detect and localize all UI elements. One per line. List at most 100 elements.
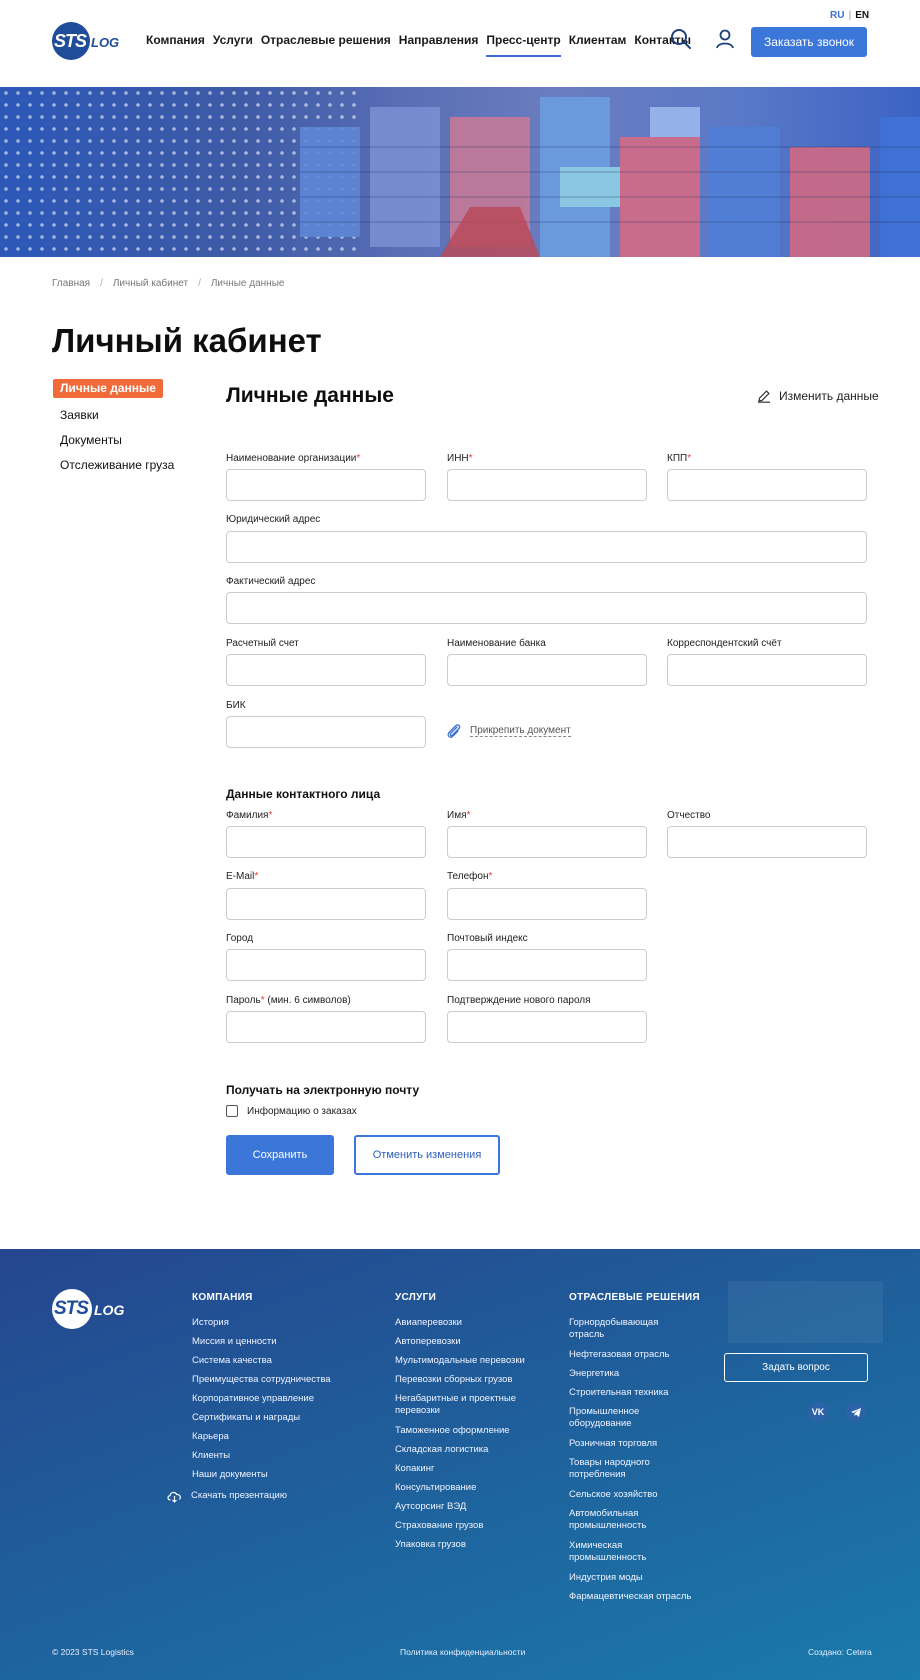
footer-link[interactable]: Карьера <box>192 1431 229 1443</box>
lang-en[interactable]: EN <box>855 10 869 21</box>
name-input[interactable] <box>447 826 647 858</box>
footer-link[interactable]: Преимущества сотрудничества <box>192 1374 331 1386</box>
footer-link[interactable]: Строительная техника <box>569 1387 668 1399</box>
password-input[interactable] <box>226 1011 426 1043</box>
sidebar-item-documents[interactable]: Документы <box>60 433 122 447</box>
email-input[interactable] <box>226 888 426 920</box>
kpp-input[interactable] <box>667 469 867 501</box>
cancel-changes-button[interactable]: Отменить изменения <box>354 1135 500 1175</box>
footer-link[interactable]: Автомобильная промышленность <box>569 1508 659 1532</box>
nav-item-industry[interactable]: Отраслевые решения <box>261 33 391 57</box>
footer-company-title: КОМПАНИЯ <box>192 1292 253 1303</box>
footer-link[interactable]: Упаковка грузов <box>395 1539 466 1551</box>
inn-input[interactable] <box>447 469 647 501</box>
footer-link[interactable]: Копакинг <box>395 1463 434 1475</box>
edit-data-link[interactable]: Изменить данные <box>757 389 879 403</box>
footer-link[interactable]: Промышленное оборудование <box>569 1406 659 1430</box>
lang-separator: | <box>848 10 852 21</box>
lang-ru[interactable]: RU <box>830 10 844 21</box>
telegram-icon[interactable] <box>846 1402 866 1422</box>
created-by-link[interactable]: Создано: Cetera <box>808 1647 872 1657</box>
corr-account-input[interactable] <box>667 654 867 686</box>
footer-logo[interactable]: STS LOG <box>52 1289 132 1329</box>
breadcrumb-cabinet[interactable]: Личный кабинет <box>113 278 188 289</box>
legal-address-input[interactable] <box>226 531 867 563</box>
orders-info-checkbox[interactable] <box>226 1105 238 1117</box>
footer-link[interactable]: Индустрия моды <box>569 1572 643 1584</box>
patronymic-input[interactable] <box>667 826 867 858</box>
footer-link[interactable]: Авиаперевозки <box>395 1317 462 1329</box>
kpp-label: КПП* <box>667 453 692 464</box>
phone-label: Телефон* <box>447 871 493 882</box>
surname-input[interactable] <box>226 826 426 858</box>
footer-link[interactable]: Сельское хозяйство <box>569 1489 658 1501</box>
privacy-policy-link[interactable]: Политика конфиденциальности <box>400 1647 525 1657</box>
footer-link[interactable]: Аутсорсинг ВЭД <box>395 1501 466 1513</box>
nav-item-company[interactable]: Компания <box>146 33 205 57</box>
footer-link[interactable]: Консультирование <box>395 1482 476 1494</box>
nav-item-services[interactable]: Услуги <box>213 33 253 57</box>
search-icon[interactable] <box>670 28 692 50</box>
password-confirm-label: Подтверждение нового пароля <box>447 995 591 1006</box>
footer-link[interactable]: Перевозки сборных грузов <box>395 1374 512 1386</box>
section-title: Личные данные <box>226 384 394 407</box>
footer-link[interactable]: Корпоративное управление <box>192 1393 314 1405</box>
password-confirm-input[interactable] <box>447 1011 647 1043</box>
footer-link[interactable]: Система качества <box>192 1355 272 1367</box>
orders-info-label: Информацию о заказах <box>247 1105 357 1117</box>
bank-name-label: Наименование банка <box>447 638 546 649</box>
bank-name-input[interactable] <box>447 654 647 686</box>
nav-item-press[interactable]: Пресс-центр <box>486 33 561 57</box>
footer-link[interactable]: Розничная торговля <box>569 1438 657 1450</box>
footer-link[interactable]: История <box>192 1317 229 1329</box>
sidebar-item-personal-data[interactable]: Личные данные <box>53 379 163 398</box>
language-switch: RU | EN <box>830 10 869 21</box>
org-name-input[interactable] <box>226 469 426 501</box>
footer-link[interactable]: Наши документы <box>192 1469 268 1481</box>
account-input[interactable] <box>226 654 426 686</box>
attach-document-link[interactable]: Прикрепить документ <box>446 722 571 740</box>
footer-link[interactable]: Нефтегазовая отрасль <box>569 1349 670 1361</box>
pencil-icon <box>758 390 770 403</box>
nav-item-clients[interactable]: Клиентам <box>569 33 627 57</box>
orders-info-checkbox-row[interactable]: Информацию о заказах <box>226 1105 357 1117</box>
order-call-button[interactable]: Заказать звонок <box>751 27 867 57</box>
footer-link[interactable]: Негабаритные и проектные перевозки <box>395 1393 525 1417</box>
password-label: Пароль* (мин. 6 символов) <box>226 995 351 1006</box>
save-button[interactable]: Сохранить <box>226 1135 334 1175</box>
sidebar-item-cargo-tracking[interactable]: Отслеживание груза <box>60 458 174 472</box>
footer-link[interactable]: Клиенты <box>192 1450 230 1462</box>
footer-link[interactable]: Таможенное оформление <box>395 1425 510 1437</box>
bik-input[interactable] <box>226 716 426 748</box>
ask-question-button[interactable]: Задать вопрос <box>724 1353 868 1382</box>
site-footer: STS LOG КОМПАНИЯ История Миссия и ценнос… <box>0 1249 920 1680</box>
legal-address-label: Юридический адрес <box>226 514 321 525</box>
footer-link[interactable]: Энергетика <box>569 1368 619 1380</box>
actual-address-input[interactable] <box>226 592 867 624</box>
footer-link[interactable]: Фармацевтическая отрасль <box>569 1591 691 1603</box>
site-logo[interactable]: STS LOG <box>52 22 126 60</box>
footer-link[interactable]: Складская логистика <box>395 1444 488 1456</box>
footer-link[interactable]: Сертификаты и награды <box>192 1412 300 1424</box>
footer-link[interactable]: Страхование грузов <box>395 1520 483 1532</box>
breadcrumb-current: Личные данные <box>210 278 285 289</box>
footer-link[interactable]: Химическая промышленность <box>569 1540 659 1564</box>
footer-link[interactable]: Автоперевозки <box>395 1336 461 1348</box>
download-presentation-link[interactable]: Скачать презентацию <box>166 1489 287 1503</box>
paperclip-icon <box>447 724 461 738</box>
footer-link[interactable]: Товары народного потребления <box>569 1457 669 1481</box>
postcode-input[interactable] <box>447 949 647 981</box>
sidebar-item-requests[interactable]: Заявки <box>60 408 99 422</box>
user-icon[interactable] <box>714 28 736 50</box>
main-nav: Компания Услуги Отраслевые решения Напра… <box>146 33 691 57</box>
footer-logo-sts-text: STS <box>54 1298 89 1319</box>
breadcrumb-home[interactable]: Главная <box>52 278 90 289</box>
city-input[interactable] <box>226 949 426 981</box>
nav-item-directions[interactable]: Направления <box>399 33 479 57</box>
footer-link[interactable]: Горнордобывающая отрасль <box>569 1317 669 1341</box>
footer-link[interactable]: Миссия и ценности <box>192 1336 277 1348</box>
footer-link[interactable]: Мультимодальные перевозки <box>395 1355 525 1367</box>
email-subscribe-title: Получать на электронную почту <box>226 1083 420 1097</box>
phone-input[interactable] <box>447 888 647 920</box>
vk-icon[interactable]: VK <box>808 1402 828 1422</box>
